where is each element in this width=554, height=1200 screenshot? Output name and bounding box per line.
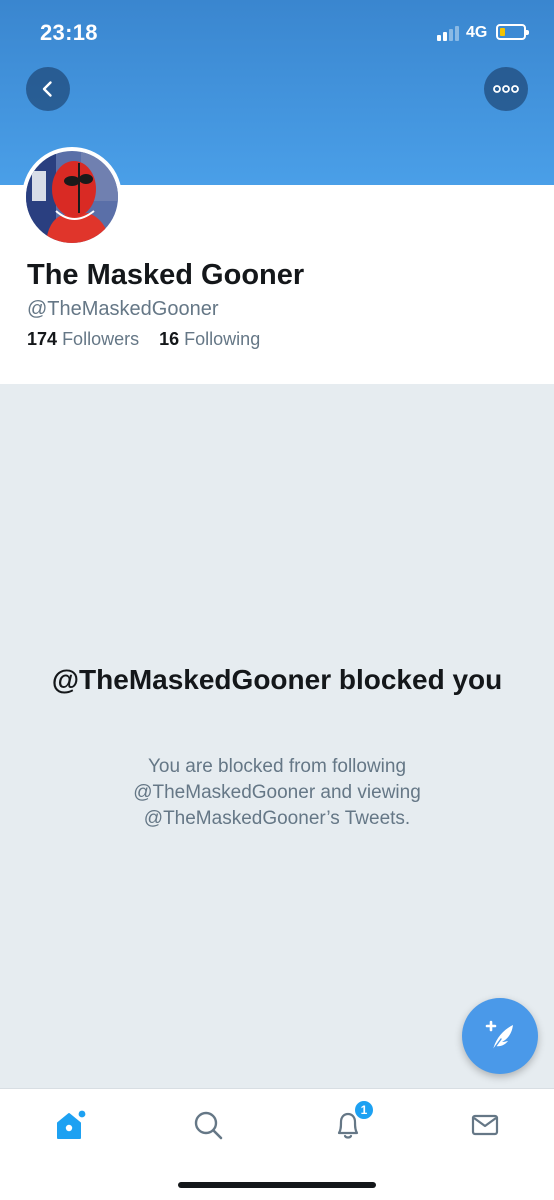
network-type: 4G	[466, 24, 488, 41]
ellipsis-icon	[493, 85, 519, 93]
tab-messages[interactable]	[463, 1103, 507, 1147]
back-button[interactable]	[26, 67, 70, 111]
tab-search[interactable]	[186, 1103, 230, 1147]
avatar[interactable]	[22, 147, 122, 247]
envelope-icon	[471, 1114, 499, 1136]
avatar-image	[26, 151, 118, 243]
blocked-message-area	[0, 384, 554, 1088]
followers-count: 174	[27, 329, 58, 349]
followers-link[interactable]: 174 Followers	[27, 329, 144, 349]
blocked-title: @TheMaskedGooner blocked you	[51, 664, 503, 695]
cellular-signal-icon	[437, 25, 463, 41]
compose-tweet-icon	[485, 1020, 513, 1051]
chevron-left-icon	[42, 81, 52, 97]
blocked-description: You are blocked from following @TheMaske…	[133, 756, 421, 829]
following-link[interactable]: 16 Following	[159, 329, 260, 349]
more-options-button[interactable]	[484, 67, 528, 111]
followers-label: Followers	[62, 329, 140, 349]
search-icon	[194, 1111, 223, 1140]
battery-icon	[496, 24, 529, 40]
status-time: 23:18	[40, 20, 98, 45]
notification-badge: 1	[353, 1099, 375, 1121]
status-bar: 23:18 4G	[0, 0, 554, 66]
follow-stats: 174 Followers 16 Following	[27, 329, 260, 350]
compose-tweet-button[interactable]	[462, 998, 538, 1074]
home-icon	[57, 1110, 86, 1139]
home-indicator[interactable]	[178, 1182, 376, 1188]
tab-home[interactable]	[48, 1103, 92, 1147]
profile-handle: @TheMaskedGooner	[27, 298, 219, 320]
following-label: Following	[184, 329, 261, 349]
profile-name: The Masked Gooner	[27, 259, 305, 291]
following-count: 16	[159, 329, 180, 349]
